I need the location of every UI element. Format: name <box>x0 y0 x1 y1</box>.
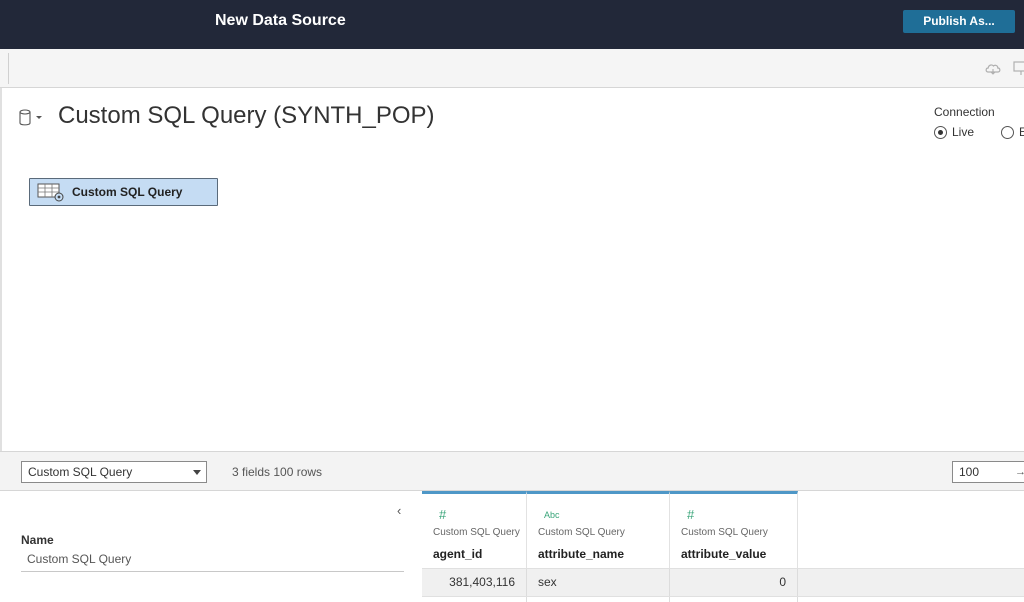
number-type-icon[interactable]: # <box>439 507 446 522</box>
data-source-canvas: Custom SQL Query (SYNTH_POP) Connection … <box>0 88 1024 451</box>
column-source: Custom SQL Query <box>538 527 625 538</box>
column-source: Custom SQL Query <box>681 527 768 538</box>
grid-header-empty <box>798 491 1024 568</box>
connection-label: Connection <box>934 105 995 119</box>
publish-as-button[interactable]: Publish As... <box>903 10 1015 33</box>
cloud-icon[interactable] <box>984 59 1002 77</box>
toolbar <box>0 49 1024 88</box>
number-type-icon[interactable]: # <box>687 507 694 522</box>
column-header-attribute-value[interactable]: # Custom SQL Query attribute_value <box>670 491 798 568</box>
table-select-value: Custom SQL Query <box>28 465 133 479</box>
connection-live-label[interactable]: Live <box>952 126 974 139</box>
field-count-text: 3 fields 100 rows <box>232 465 323 479</box>
page-title: New Data Source <box>215 12 346 29</box>
arrow-right-icon[interactable]: → <box>1015 466 1024 478</box>
chevron-left-icon[interactable]: ‹ <box>397 503 401 518</box>
custom-sql-table-icon <box>37 183 65 202</box>
column-header-attribute-name[interactable]: Abc Custom SQL Query attribute_name <box>527 491 670 568</box>
connection-live-radio[interactable] <box>934 126 947 139</box>
column-name: attribute_value <box>681 547 767 561</box>
canvas-table-label: Custom SQL Query <box>72 185 183 199</box>
column-name: attribute_name <box>538 547 625 561</box>
database-dropdown-icon[interactable] <box>18 108 46 128</box>
canvas-table-custom-sql[interactable]: Custom SQL Query <box>29 178 218 206</box>
connection-extract-label[interactable]: E <box>1019 126 1024 139</box>
window-icon[interactable] <box>1012 59 1024 77</box>
table-cell[interactable]: 0 <box>670 569 798 596</box>
data-source-title[interactable]: Custom SQL Query (SYNTH_POP) <box>58 102 435 130</box>
column-header-agent-id[interactable]: # Custom SQL Query agent_id <box>422 491 527 568</box>
table-cell[interactable]: 381,403,116 <box>422 569 527 596</box>
rows-input[interactable] <box>952 461 1024 483</box>
name-field[interactable]: Custom SQL Query <box>21 552 404 572</box>
toolbar-divider <box>8 53 9 84</box>
column-name: agent_id <box>433 547 483 561</box>
table-row: 381,403,116 sex 0 <box>422 568 1024 597</box>
table-select[interactable]: Custom SQL Query <box>21 461 207 483</box>
grid-toolbar: Custom SQL Query 3 fields 100 rows → <box>0 451 1024 491</box>
table-row-next <box>422 597 1024 602</box>
top-bar: New Data Source Publish As... <box>0 0 1024 49</box>
table-cell[interactable]: sex <box>527 569 670 596</box>
chevron-down-icon <box>193 470 201 475</box>
connection-extract-radio[interactable] <box>1001 126 1014 139</box>
details-panel: ‹ Name Custom SQL Query <box>0 491 422 602</box>
column-source: Custom SQL Query <box>433 527 520 538</box>
string-type-icon[interactable]: Abc <box>544 510 560 520</box>
name-label: Name <box>21 533 54 547</box>
data-grid: # Custom SQL Query agent_id Abc Custom S… <box>422 491 1024 602</box>
